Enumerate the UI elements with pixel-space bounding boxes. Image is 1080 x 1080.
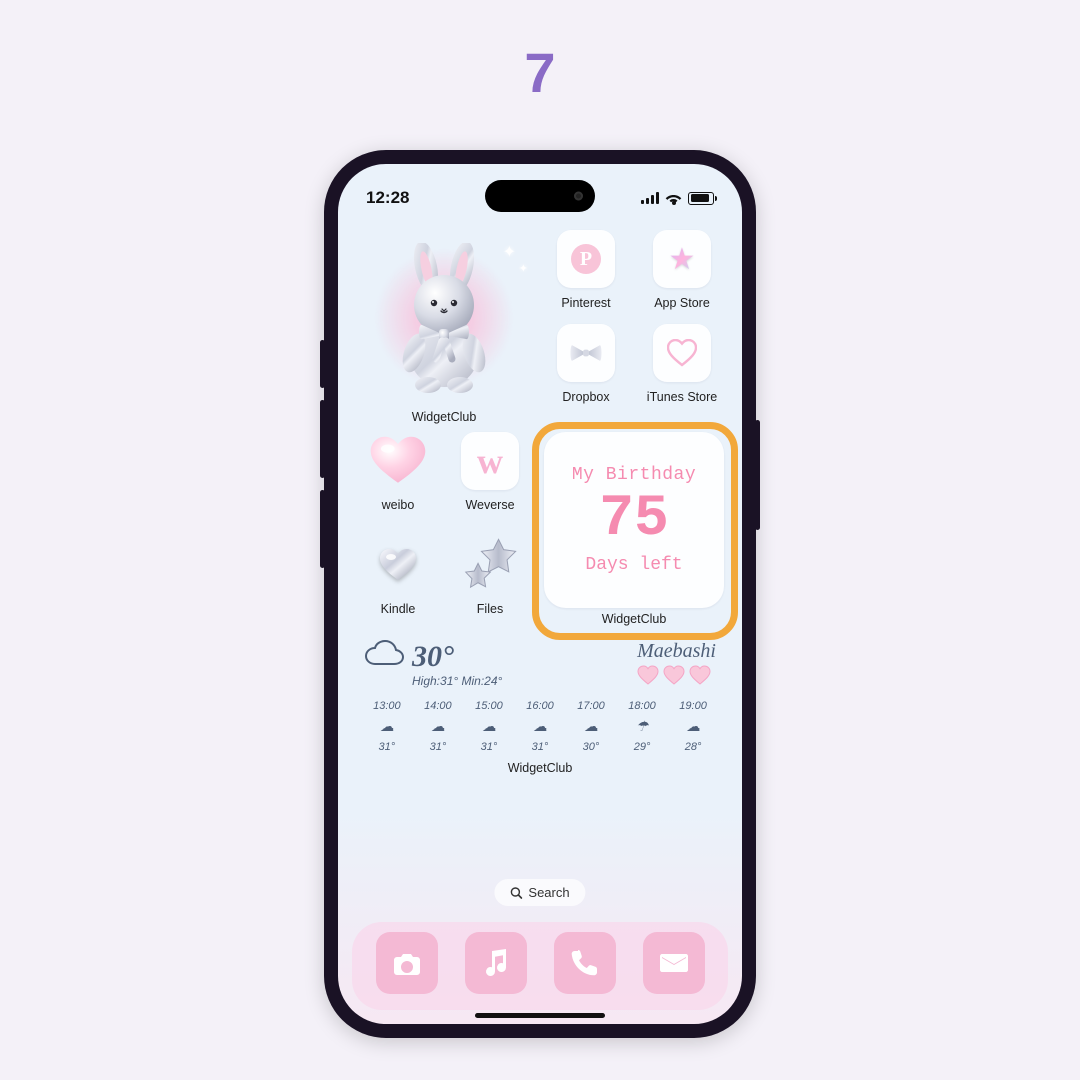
weather-temp: 30° [412, 640, 502, 674]
forecast-cloud-icon: ☁ [686, 718, 700, 735]
camera-icon [391, 947, 423, 979]
heart-3d-icon [369, 432, 427, 490]
forecast-cloud-icon: ☁ [431, 718, 445, 735]
forecast-col: 13:00 ☁ 31° [364, 700, 410, 753]
widget-label: WidgetClub [364, 761, 716, 775]
dock-music[interactable] [465, 932, 527, 994]
widgetclub-countdown-widget[interactable]: My Birthday 75 Days left WidgetClub [542, 432, 726, 626]
forecast-temp: 28° [685, 741, 702, 753]
volume-up-button[interactable] [320, 400, 325, 478]
app-label: Files [477, 602, 503, 616]
forecast-time: 16:00 [526, 700, 554, 712]
search-icon [510, 887, 522, 899]
app-itunes-store[interactable]: iTunes Store [640, 324, 724, 404]
dock-camera[interactable] [376, 932, 438, 994]
weather-high-low: High:31° Min:24° [412, 674, 502, 688]
forecast-col: 16:00 ☁ 31° [517, 700, 563, 753]
app-dropbox[interactable]: Dropbox [544, 324, 628, 404]
app-kindle[interactable]: Kindle [354, 536, 442, 626]
forecast-col: 17:00 ☁ 30° [568, 700, 614, 753]
heart-outline-icon [653, 324, 711, 382]
hearts-row [637, 665, 716, 690]
forecast-temp: 31° [430, 741, 447, 753]
search-label: Search [528, 885, 569, 900]
forecast-umbrella-icon: ☂ [636, 718, 649, 735]
app-appstore[interactable]: ★ App Store [640, 230, 724, 310]
app-label: App Store [654, 296, 710, 310]
dock [352, 922, 728, 1010]
forecast-time: 19:00 [679, 700, 707, 712]
widget-label: WidgetClub [412, 410, 477, 424]
app-weverse[interactable]: w Weverse [446, 432, 534, 522]
countdown-title: My Birthday [572, 465, 696, 485]
weather-cloud-icon [364, 640, 404, 678]
weverse-w-icon: w [477, 440, 503, 482]
dock-mail[interactable] [643, 932, 705, 994]
forecast-time: 18:00 [628, 700, 656, 712]
pinterest-icon: P [571, 244, 601, 274]
forecast-cloud-icon: ☁ [380, 718, 394, 735]
bunny-icon [384, 243, 504, 393]
forecast-time: 14:00 [424, 700, 452, 712]
app-label: Dropbox [562, 390, 609, 404]
weather-city: Maebashi [637, 640, 716, 663]
music-note-icon [480, 947, 512, 979]
forecast-time: 17:00 [577, 700, 605, 712]
metal-heart-icon [369, 536, 427, 594]
mute-switch[interactable] [320, 340, 325, 388]
spotlight-search[interactable]: Search [494, 879, 585, 906]
forecast-col: 14:00 ☁ 31° [415, 700, 461, 753]
forecast-cloud-icon: ☁ [533, 718, 547, 735]
bow-icon [557, 324, 615, 382]
home-indicator[interactable] [475, 1013, 605, 1018]
app-label: Weverse [465, 498, 514, 512]
widgetclub-bunny-widget[interactable]: ✦ ✦ [354, 230, 534, 430]
power-button[interactable] [755, 420, 760, 530]
forecast-col: 15:00 ☁ 31° [466, 700, 512, 753]
widget-label: WidgetClub [602, 612, 667, 626]
forecast-cloud-icon: ☁ [584, 718, 598, 735]
dock-phone[interactable] [554, 932, 616, 994]
forecast-time: 13:00 [373, 700, 401, 712]
app-weibo[interactable]: weibo [354, 432, 442, 522]
forecast-temp: 31° [481, 741, 498, 753]
forecast-row: 13:00 ☁ 31° 14:00 ☁ 31° 15:00 ☁ 31° 16:00 ☁ 31° 17:0… [364, 700, 716, 753]
countdown-number: 75 [599, 491, 669, 549]
app-files[interactable]: Files [446, 536, 534, 626]
app-label: Pinterest [561, 296, 610, 310]
app-label: weibo [382, 498, 415, 512]
app-label: Kindle [381, 602, 416, 616]
phone-frame: 12:28 ✦ ✦ [324, 150, 756, 1038]
app-pinterest[interactable]: P Pinterest [544, 230, 628, 310]
app-label: iTunes Store [647, 390, 717, 404]
forecast-time: 15:00 [475, 700, 503, 712]
forecast-col: 19:00 ☁ 28° [670, 700, 716, 753]
mail-icon [658, 947, 690, 979]
forecast-cloud-icon: ☁ [482, 718, 496, 735]
forecast-temp: 31° [379, 741, 396, 753]
forecast-temp: 30° [583, 741, 600, 753]
step-number: 7 [524, 40, 555, 105]
phone-icon [569, 947, 601, 979]
forecast-temp: 31° [532, 741, 549, 753]
stars-icon [461, 536, 519, 594]
volume-down-button[interactable] [320, 490, 325, 568]
forecast-temp: 29° [634, 741, 651, 753]
widgetclub-weather-widget[interactable]: 30° High:31° Min:24° Maebashi 13:00☁31°1 [354, 636, 726, 775]
phone-screen: 12:28 ✦ ✦ [338, 164, 742, 1024]
star-icon: ★ [669, 242, 696, 277]
forecast-col: 18:00 ☂ 29° [619, 700, 665, 753]
countdown-sub: Days left [585, 555, 682, 575]
